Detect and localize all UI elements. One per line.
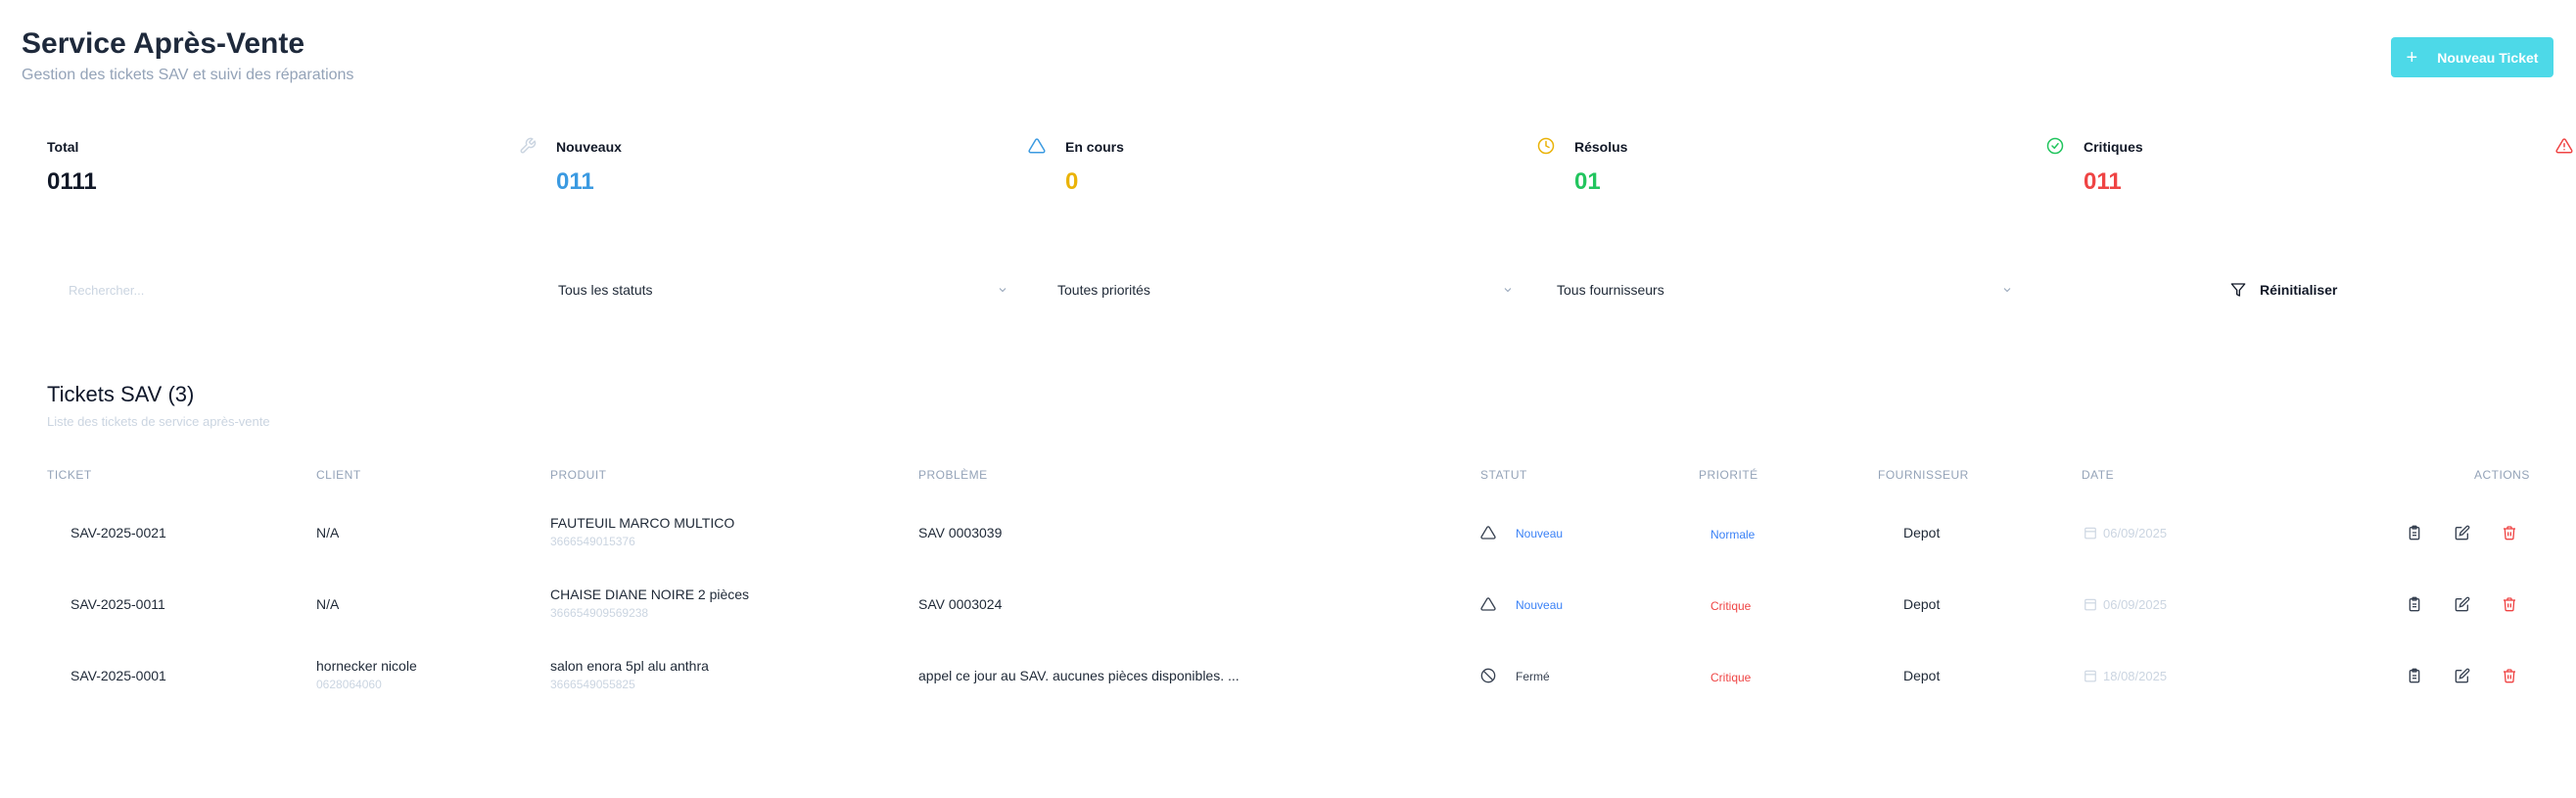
- problem-text: SAV 0003039: [918, 525, 1003, 540]
- stat-label: Nouveaux: [556, 139, 622, 155]
- clipboard-icon[interactable]: [2407, 668, 2422, 683]
- calendar-icon: [2084, 670, 2096, 682]
- supplier-name: Depot: [1903, 525, 1941, 540]
- chevron-down-icon: [1504, 288, 1512, 293]
- stat-label: Critiques: [2084, 139, 2143, 155]
- tickets-subtitle: Liste des tickets de service après-vente: [47, 414, 270, 429]
- priority-badge: Critique: [1710, 599, 1752, 613]
- check-circle-icon: [2046, 137, 2064, 155]
- trash-icon[interactable]: [2502, 525, 2517, 540]
- new-ticket-label: Nouveau Ticket: [2437, 49, 2539, 66]
- alert-triangle-icon: [2555, 138, 2573, 154]
- stat-value: 0: [1065, 168, 1079, 195]
- stat-card-critical: Critiques 011: [2084, 127, 2573, 206]
- product-code: 3666549015376: [550, 535, 635, 548]
- supplier-name: Depot: [1903, 668, 1941, 683]
- tickets-title: Tickets SAV (3): [47, 382, 195, 406]
- clipboard-icon[interactable]: [2407, 525, 2422, 540]
- client-name: N/A: [316, 525, 340, 540]
- stat-label: Résolus: [1574, 139, 1628, 155]
- ticket-date: 06/09/2025: [2103, 597, 2168, 612]
- search-input[interactable]: [69, 270, 499, 309]
- reset-filters-button[interactable]: Réinitialiser: [2230, 270, 2337, 309]
- table-row[interactable]: SAV-2025-0011 N/A CHAISE DIANE NOIRE 2 p…: [0, 569, 2576, 639]
- ticket-id: SAV-2025-0011: [70, 596, 165, 612]
- chevron-down-icon: [999, 288, 1007, 293]
- column-header-priority: Priorité: [1699, 468, 1758, 482]
- edit-icon[interactable]: [2455, 525, 2470, 540]
- stat-card-resolved: Résolus 01: [1574, 127, 2064, 206]
- new-ticket-button[interactable]: + Nouveau Ticket: [2391, 37, 2553, 77]
- table-row[interactable]: SAV-2025-0021 N/A FAUTEUIL MARCO MULTICO…: [0, 497, 2576, 568]
- client-name: N/A: [316, 596, 340, 612]
- filters-bar: Tous les statuts Toutes priorités Tous f…: [0, 270, 2576, 309]
- product-code: 366654909569238: [550, 606, 649, 620]
- problem-text: SAV 0003024: [918, 596, 1003, 612]
- client-name: hornecker nicole: [316, 658, 417, 674]
- page-title: Service Après-Vente: [22, 27, 305, 60]
- product-name: CHAISE DIANE NOIRE 2 pièces: [550, 587, 750, 602]
- reset-filters-label: Réinitialiser: [2260, 282, 2338, 298]
- ticket-id: SAV-2025-0021: [70, 525, 166, 540]
- supplier-name: Depot: [1903, 596, 1941, 612]
- column-header-ticket: Ticket: [47, 468, 92, 482]
- column-header-date: Date: [2082, 468, 2115, 482]
- ticket-date: 06/09/2025: [2103, 526, 2168, 540]
- priority-badge: Critique: [1710, 671, 1752, 684]
- stat-card-new: Nouveaux 011: [556, 127, 1046, 206]
- chevron-down-icon: [2003, 288, 2011, 293]
- ticket-date: 18/08/2025: [2103, 669, 2168, 683]
- calendar-icon: [2084, 598, 2096, 611]
- stat-value: 011: [2084, 168, 2122, 195]
- product-code: 3666549055825: [550, 678, 635, 691]
- column-header-problem: Problème: [918, 468, 988, 482]
- stat-value: 01: [1574, 168, 1601, 195]
- ban-icon: [1480, 668, 1496, 683]
- status-filter-value: Tous les statuts: [558, 282, 653, 298]
- status-filter-select[interactable]: Tous les statuts: [558, 270, 1008, 309]
- calendar-icon: [2084, 527, 2096, 540]
- edit-icon[interactable]: [2455, 668, 2470, 683]
- edit-icon[interactable]: [2455, 596, 2470, 612]
- stat-label: En cours: [1065, 139, 1124, 155]
- stat-card-total: Total 0111: [47, 127, 537, 206]
- priority-badge: Normale: [1710, 528, 1756, 541]
- clock-icon: [1537, 137, 1555, 155]
- supplier-filter-value: Tous fournisseurs: [1557, 282, 1664, 298]
- column-header-client: Client: [316, 468, 361, 482]
- status-badge: Nouveau: [1516, 527, 1564, 540]
- stat-value: 011: [556, 168, 594, 195]
- client-phone: 0628064060: [316, 678, 382, 691]
- status-badge: Fermé: [1516, 670, 1550, 683]
- priority-filter-select[interactable]: Toutes priorités: [1057, 270, 1514, 309]
- warning-triangle-icon: [1480, 597, 1496, 611]
- trash-icon[interactable]: [2502, 668, 2517, 683]
- page-subtitle: Gestion des tickets SAV et suivi des rép…: [22, 67, 354, 83]
- table-row[interactable]: SAV-2025-0001 hornecker nicole 062806406…: [0, 640, 2576, 711]
- warning-triangle-icon: [1480, 526, 1496, 540]
- supplier-filter-select[interactable]: Tous fournisseurs: [1557, 270, 2013, 309]
- clipboard-icon[interactable]: [2407, 596, 2422, 612]
- trash-icon[interactable]: [2502, 596, 2517, 612]
- product-name: FAUTEUIL MARCO MULTICO: [550, 515, 735, 531]
- wrench-icon: [520, 137, 537, 154]
- stat-value: 0111: [47, 168, 97, 195]
- search-icon: [49, 284, 62, 297]
- status-badge: Nouveau: [1516, 598, 1564, 612]
- ticket-id: SAV-2025-0001: [70, 668, 166, 683]
- problem-text: appel ce jour au SAV. aucunes pièces dis…: [918, 668, 1240, 683]
- column-header-status: Statut: [1480, 468, 1527, 482]
- priority-filter-value: Toutes priorités: [1057, 282, 1150, 298]
- warning-icon: [1028, 138, 1046, 154]
- page-header: Service Après-Vente Gestion des tickets …: [22, 25, 353, 84]
- column-header-actions: Actions: [2474, 468, 2530, 482]
- product-name: salon enora 5pl alu anthra: [550, 658, 709, 674]
- stat-card-in-progress: En cours 0: [1065, 127, 1555, 206]
- stat-label: Total: [47, 139, 79, 155]
- plus-icon: +: [2406, 46, 2418, 69]
- filter-icon: [2230, 283, 2246, 297]
- column-header-product: Produit: [550, 468, 607, 482]
- column-header-supplier: Fournisseur: [1878, 468, 1969, 482]
